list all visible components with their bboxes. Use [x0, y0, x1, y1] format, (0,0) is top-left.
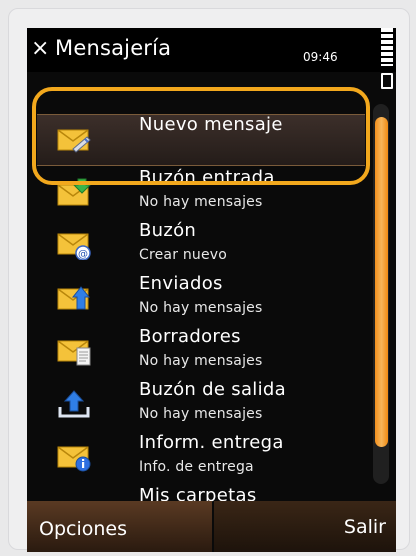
item-name: Buzón [139, 220, 197, 241]
title-bar: × Mensajería 09:46 [27, 28, 396, 89]
exit-label: Salir [343, 516, 386, 538]
item-subtitle: No hay mensajes [139, 406, 263, 422]
list-item-enviados[interactable]: Enviados No hay mensajes [27, 273, 372, 326]
page-title: Mensajería [55, 36, 172, 60]
item-name: Buzón entrada [139, 167, 275, 188]
item-name: Buzón de salida [139, 379, 286, 400]
item-subtitle: No hay mensajes [139, 300, 263, 316]
item-subtitle: Info. de entrega [139, 459, 254, 475]
envelope-inbox-icon [57, 177, 92, 207]
envelope-sent-icon [57, 283, 91, 313]
options-label: Opciones [39, 518, 127, 540]
svg-text:@: @ [78, 249, 88, 260]
item-name: Inform. entrega [139, 432, 284, 453]
envelope-info-icon [57, 442, 91, 472]
item-subtitle: Crear nuevo [139, 247, 228, 263]
item-name: Nuevo mensaje [139, 114, 283, 135]
options-softkey[interactable]: Opciones [27, 501, 212, 552]
close-icon[interactable]: × [31, 38, 49, 60]
outbox-upload-icon [57, 389, 91, 419]
clock: 09:46 [303, 50, 338, 64]
list-item-buzon[interactable]: @ Buzón Crear nuevo [27, 220, 372, 273]
list-item-buzon-salida[interactable]: Buzón de salida No hay mensajes [27, 379, 372, 432]
envelope-pen-icon [57, 124, 91, 154]
list-item-buzon-entrada[interactable]: Buzón entrada No hay mensajes [27, 167, 372, 220]
item-subtitle: No hay mensajes [139, 194, 263, 210]
exit-softkey[interactable]: Salir [214, 501, 396, 552]
scrollbar-thumb[interactable] [375, 117, 388, 447]
list-item-nuevo-mensaje[interactable]: Nuevo mensaje [27, 114, 372, 167]
list-item-borradores[interactable]: Borradores No hay mensajes [27, 326, 372, 379]
phone-screen: × Mensajería 09:46 Nuevo mensaje Buzón e… [27, 28, 396, 552]
softkey-bar: Opciones Salir [27, 501, 396, 552]
envelope-draft-icon [57, 336, 91, 366]
signal-strength-icon [381, 28, 393, 66]
item-name: Borradores [139, 326, 241, 347]
envelope-at-icon: @ [57, 230, 91, 261]
list-item-inform-entrega[interactable]: Inform. entrega Info. de entrega [27, 432, 372, 485]
battery-icon [381, 73, 393, 89]
item-name: Enviados [139, 273, 223, 294]
item-subtitle: No hay mensajes [139, 353, 263, 369]
